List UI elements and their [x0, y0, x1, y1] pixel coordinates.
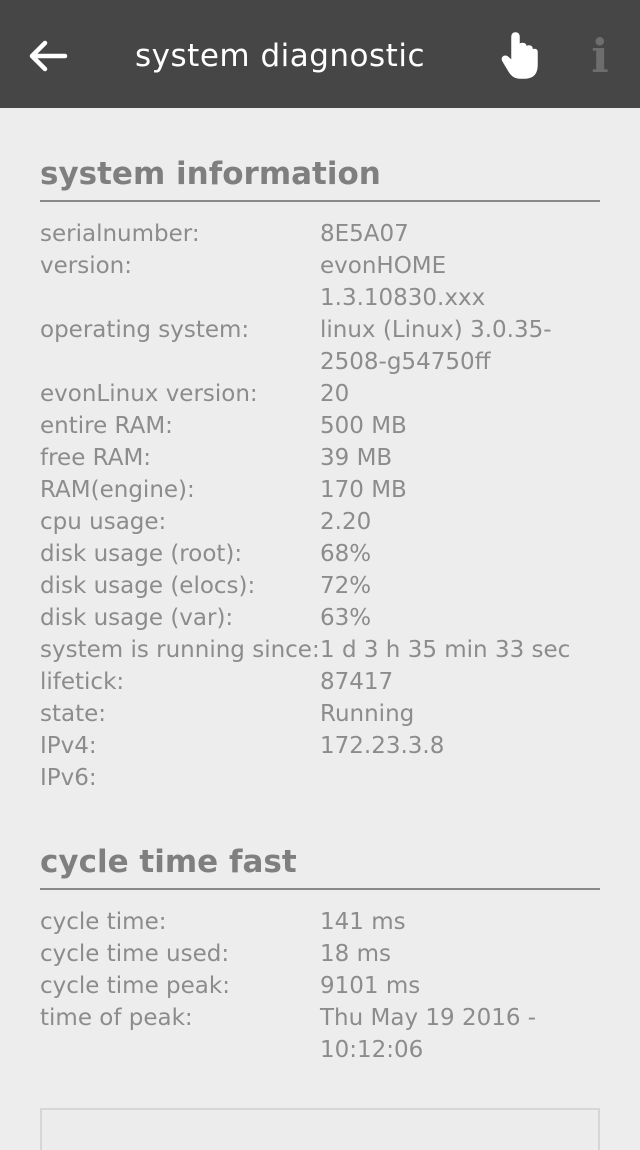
info-row-disk-usage-elocs: disk usage (elocs): 72% — [40, 570, 600, 602]
info-row-ipv6: IPv6: — [40, 762, 600, 794]
row-value: Running — [320, 701, 415, 727]
row-label: serialnumber: — [40, 221, 200, 247]
row-label: IPv6: — [40, 765, 97, 791]
arrow-left-icon — [29, 40, 68, 72]
row-value: evonHOME 1.3.10830.xxx — [320, 253, 486, 311]
section-title-cycle-time-fast: cycle time fast — [40, 838, 600, 890]
row-label: disk usage (root): — [40, 541, 243, 567]
row-label: IPv4: — [40, 733, 97, 759]
info-row-lifetick: lifetick: 87417 — [40, 666, 600, 698]
info-row-ipv4: IPv4: 172.23.3.8 — [40, 730, 600, 762]
info-row-operating-system: operating system: linux (Linux) 3.0.35-2… — [40, 314, 600, 378]
page-title: system diagnostic — [135, 38, 425, 74]
info-icon: i — [591, 29, 609, 83]
row-label: free RAM: — [40, 445, 152, 471]
row-value: 8E5A07 — [320, 221, 409, 247]
row-label: operating system: — [40, 317, 250, 343]
info-row-evonlinux-version: evonLinux version: 20 — [40, 378, 600, 410]
content: system information serialnumber: 8E5A07 … — [40, 150, 600, 1066]
row-value: 172.23.3.8 — [320, 733, 445, 759]
row-value: 72% — [320, 573, 372, 599]
back-button[interactable] — [18, 26, 78, 86]
row-value: 500 MB — [320, 413, 407, 439]
row-value: 1 d 3 h 35 min 33 sec — [320, 637, 571, 663]
row-label: cycle time: — [40, 909, 167, 935]
info-row-version: version: evonHOME 1.3.10830.xxx — [40, 250, 600, 314]
row-label: system is running since: — [40, 637, 320, 663]
row-label: cycle time peak: — [40, 973, 230, 999]
row-label: entire RAM: — [40, 413, 173, 439]
hand-pointer-button[interactable] — [492, 24, 548, 88]
row-value: 170 MB — [320, 477, 407, 503]
info-row-state: state: Running — [40, 698, 600, 730]
cycle-time-fast-section: cycle time fast cycle time: 141 ms cycle… — [40, 838, 600, 1066]
row-value: 18 ms — [320, 941, 391, 967]
row-value: 68% — [320, 541, 372, 567]
info-row-ram-engine: RAM(engine): 170 MB — [40, 474, 600, 506]
top-bar: system diagnostic i — [0, 0, 640, 108]
row-value: 87417 — [320, 669, 394, 695]
row-label: lifetick: — [40, 669, 125, 695]
info-row-disk-usage-var: disk usage (var): 63% — [40, 602, 600, 634]
row-value: 2.20 — [320, 509, 372, 535]
cycle-row-cycle-time-peak: cycle time peak: 9101 ms — [40, 970, 600, 1002]
cycle-row-cycle-time-used: cycle time used: 18 ms — [40, 938, 600, 970]
cycle-row-cycle-time: cycle time: 141 ms — [40, 906, 600, 938]
row-label: evonLinux version: — [40, 381, 258, 407]
cycle-row-time-of-peak: time of peak: Thu May 19 2016 - 10:12:06 — [40, 1002, 600, 1066]
info-row-free-ram: free RAM: 39 MB — [40, 442, 600, 474]
row-value: 9101 ms — [320, 973, 421, 999]
row-label: disk usage (var): — [40, 605, 234, 631]
system-information-section: system information serialnumber: 8E5A07 … — [40, 150, 600, 794]
info-row-serialnumber: serialnumber: 8E5A07 — [40, 218, 600, 250]
row-label: state: — [40, 701, 107, 727]
row-value — [320, 762, 600, 794]
info-row-disk-usage-root: disk usage (root): 68% — [40, 538, 600, 570]
row-label: cpu usage: — [40, 509, 167, 535]
bottom-panel[interactable] — [40, 1108, 600, 1150]
row-label: time of peak: — [40, 1005, 193, 1031]
info-button[interactable]: i — [578, 26, 622, 86]
row-value: 141 ms — [320, 909, 406, 935]
row-label: version: — [40, 253, 132, 279]
row-value: linux (Linux) 3.0.35-2508-g54750ff — [320, 317, 552, 375]
cycle-time-rows: cycle time: 141 ms cycle time used: 18 m… — [40, 906, 600, 1066]
system-information-rows: serialnumber: 8E5A07 version: evonHOME 1… — [40, 218, 600, 794]
info-row-running-since: system is running since: 1 d 3 h 35 min … — [40, 634, 600, 666]
section-title-system-information: system information — [40, 150, 600, 202]
row-value: 20 — [320, 381, 350, 407]
info-row-cpu-usage: cpu usage: 2.20 — [40, 506, 600, 538]
hand-pointer-icon — [501, 32, 538, 79]
row-label: cycle time used: — [40, 941, 230, 967]
row-label: disk usage (elocs): — [40, 573, 256, 599]
row-value: 39 MB — [320, 445, 393, 471]
row-value: Thu May 19 2016 - 10:12:06 — [320, 1005, 537, 1063]
row-label: RAM(engine): — [40, 477, 195, 503]
row-value: 63% — [320, 605, 372, 631]
info-row-entire-ram: entire RAM: 500 MB — [40, 410, 600, 442]
